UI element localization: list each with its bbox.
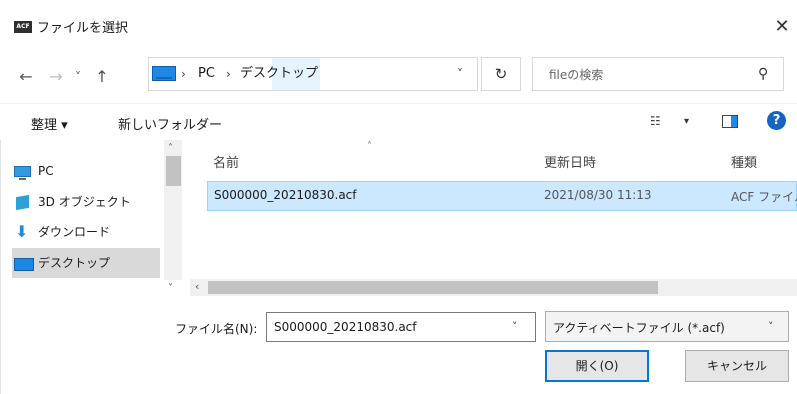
filename-label: ファイル名(N): [175, 322, 258, 336]
scroll-left-icon[interactable]: ‹ [195, 280, 199, 293]
history-chevron-icon[interactable]: ˅ [70, 66, 86, 88]
download-icon: ⬇ [15, 222, 29, 241]
breadcrumb-separator: › [181, 67, 186, 81]
view-options-icon[interactable]: ☷ [650, 114, 661, 128]
filename-dropdown-icon[interactable]: ˅ [512, 320, 518, 333]
pc-icon [14, 166, 31, 180]
app-icon: ACF [14, 21, 32, 33]
file-name-cell[interactable]: S000000_20210830.acf [214, 188, 357, 202]
column-header-type[interactable]: 種類 [731, 152, 757, 171]
sidebar-item-label: ダウンロード [38, 225, 111, 239]
sort-ascending-icon: ˄ [367, 141, 372, 152]
back-arrow-icon[interactable]: ← [14, 66, 38, 88]
sidebar-item-downloads[interactable]: ⬇ ダウンロード [12, 217, 160, 247]
scroll-up-icon[interactable]: ˄ [168, 143, 173, 154]
breadcrumb-pc[interactable]: PC [198, 66, 215, 82]
close-icon[interactable]: ✕ [768, 12, 796, 42]
filetype-value: アクティベートファイル (*.acf) [553, 321, 725, 335]
preview-pane-icon[interactable] [722, 115, 738, 128]
address-dropdown-icon[interactable]: ˅ [443, 58, 477, 90]
divider [0, 103, 797, 104]
desktop-folder-icon [152, 66, 176, 81]
open-button[interactable]: 開く(O) [545, 350, 649, 382]
breadcrumb-desktop[interactable]: デスクトップ [240, 66, 318, 82]
file-modified-cell: 2021/08/30 11:13 [544, 188, 652, 202]
sidebar-item-3d-objects[interactable]: 3D オブジェクト [12, 187, 160, 217]
organize-button[interactable]: 整理 ▾ [31, 114, 68, 133]
window-title: ファイルを選択 [37, 21, 129, 36]
forward-arrow-icon[interactable]: → [44, 66, 68, 88]
filetype-dropdown-icon[interactable]: ˅ [768, 320, 774, 333]
file-type-cell: ACF ファイル [731, 190, 797, 204]
refresh-button[interactable]: ↻ [481, 57, 521, 91]
column-header-modified[interactable]: 更新日時 [544, 152, 596, 171]
view-options-chevron-icon[interactable]: ▾ [684, 116, 689, 127]
breadcrumb-separator[interactable]: › [226, 66, 231, 82]
hscroll-thumb[interactable] [208, 281, 658, 294]
up-arrow-icon[interactable]: ↑ [90, 66, 114, 88]
search-icon[interactable]: ⚲ [758, 66, 768, 82]
column-header-name[interactable]: 名前 [213, 152, 239, 171]
search-placeholder: fileの検索 [549, 68, 604, 82]
scroll-down-icon[interactable]: ˅ [168, 283, 173, 294]
sidebar-item-label: PC [38, 164, 54, 178]
sidebar-scroll-thumb[interactable] [166, 156, 181, 186]
sidebar-item-label: デスクトップ [38, 256, 111, 270]
sidebar-item-pc[interactable]: PC [12, 156, 160, 186]
filename-value[interactable]: S000000_20210830.acf [274, 320, 417, 334]
help-icon[interactable]: ? [767, 111, 786, 130]
cancel-button[interactable]: キャンセル [685, 350, 789, 382]
desktop-icon [14, 258, 34, 271]
dialog-left-border [0, 140, 1, 394]
new-folder-button[interactable]: 新しいフォルダー [118, 114, 222, 133]
sidebar-item-desktop[interactable]: デスクトップ [12, 248, 160, 278]
sidebar-item-label: 3D オブジェクト [38, 195, 131, 209]
3d-objects-icon [16, 194, 29, 211]
